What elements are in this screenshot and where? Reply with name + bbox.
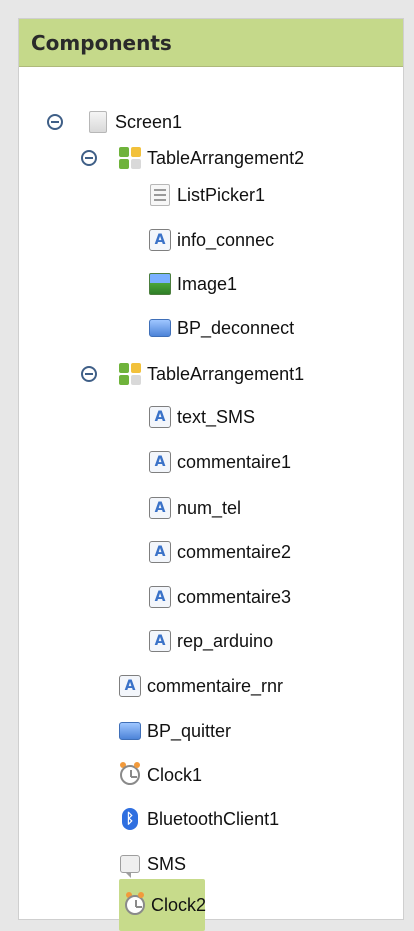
tree-node-listpicker1[interactable]: ListPicker1	[149, 177, 265, 213]
clock-icon	[119, 762, 141, 786]
tree-node-info-connec[interactable]: A info_connec	[149, 222, 274, 258]
tree-node-bp-deconnect[interactable]: BP_deconnect	[149, 310, 294, 346]
label-icon: A	[149, 406, 171, 428]
tree-node-clock1[interactable]: Clock1	[119, 757, 202, 793]
label-icon: A	[149, 586, 171, 608]
table-arrangement-icon	[119, 147, 141, 169]
label-icon: A	[119, 675, 141, 697]
tree-scrollbar[interactable]	[397, 115, 403, 919]
tree-node-clock2[interactable]: Clock2	[119, 879, 206, 931]
button-icon	[119, 720, 141, 742]
tree-node-bp-quitter[interactable]: BP_quitter	[119, 713, 231, 749]
table-arrangement-icon	[119, 363, 141, 385]
label-icon: A	[149, 229, 171, 251]
label-icon: A	[149, 451, 171, 473]
tree-node-commentaire3[interactable]: A commentaire3	[149, 579, 291, 615]
tree-node-num-tel[interactable]: A num_tel	[149, 490, 241, 526]
tree-node-screen1[interactable]: Screen1	[41, 104, 182, 140]
tree-node-commentaire1[interactable]: A commentaire1	[149, 444, 291, 480]
tree-node-image1[interactable]: Image1	[149, 266, 237, 302]
sms-icon	[119, 853, 141, 878]
clock-icon	[125, 892, 145, 916]
collapse-toggle-icon[interactable]	[47, 114, 63, 130]
button-icon	[149, 317, 171, 339]
label-icon: A	[149, 497, 171, 519]
image-icon	[149, 273, 171, 295]
label-icon: A	[149, 630, 171, 652]
listpicker-icon	[149, 184, 171, 206]
tree-node-rep-arduino[interactable]: A rep_arduino	[149, 623, 273, 659]
label-icon: A	[149, 541, 171, 563]
components-panel: Components Screen1 TableArrangement2 Lis…	[18, 18, 404, 931]
tree-node-tablearrangement2[interactable]: TableArrangement2	[75, 140, 304, 176]
screen-icon	[87, 111, 109, 133]
panel-title: Components	[31, 30, 172, 55]
tree-node-sms[interactable]: SMS	[119, 846, 186, 882]
tree-node-tablearrangement1[interactable]: TableArrangement1	[75, 356, 304, 392]
bluetooth-icon: ᛒ	[119, 808, 141, 830]
component-tree: Screen1 TableArrangement2 ListPicker1 A …	[19, 67, 403, 931]
collapse-toggle-icon[interactable]	[81, 150, 97, 166]
tree-node-text-sms[interactable]: A text_SMS	[149, 399, 255, 435]
tree-node-bluetoothclient1[interactable]: ᛒ BluetoothClient1	[119, 801, 279, 837]
collapse-toggle-icon[interactable]	[81, 366, 97, 382]
tree-node-commentaire2[interactable]: A commentaire2	[149, 534, 291, 570]
components-header: Components	[19, 19, 403, 67]
tree-node-commentaire-rnr[interactable]: A commentaire_rnr	[119, 668, 283, 704]
